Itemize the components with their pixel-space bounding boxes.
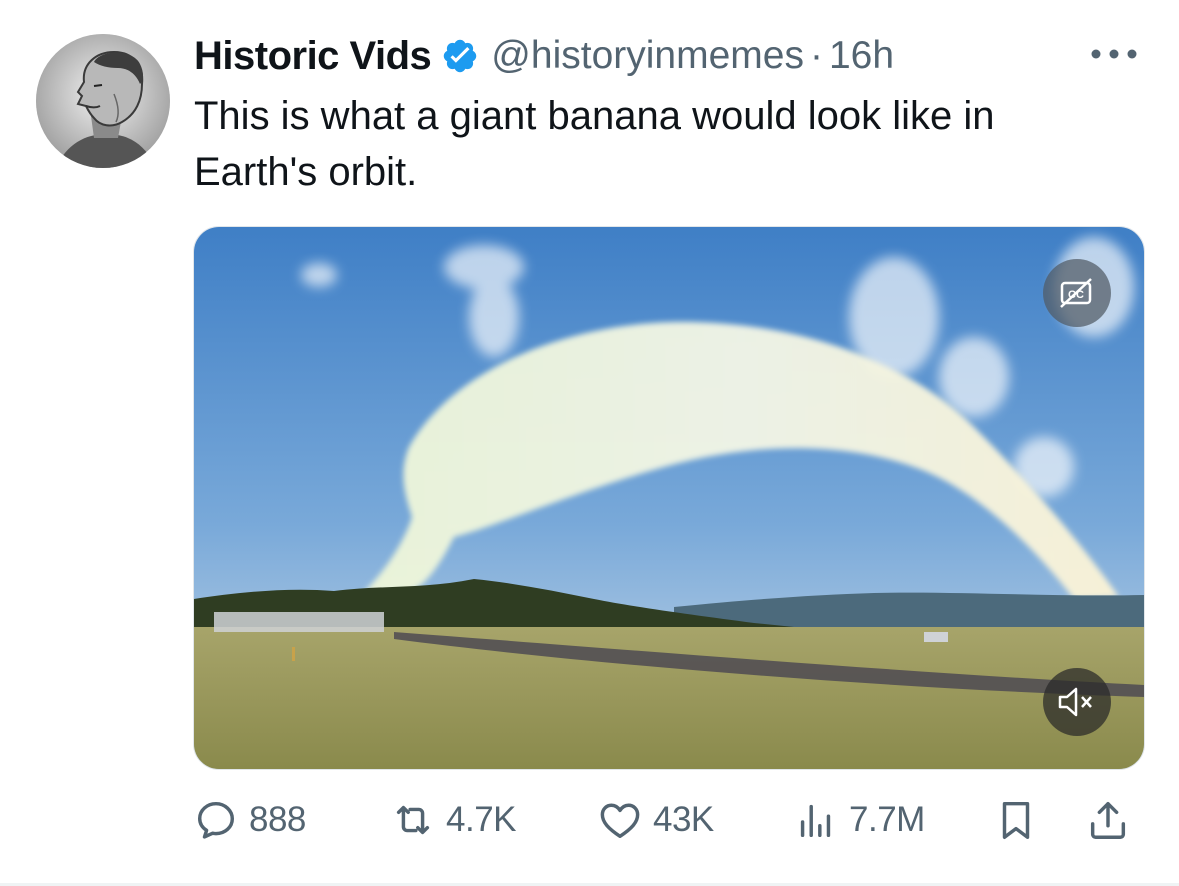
views-count: 7.7M [849,800,925,839]
repost-button[interactable]: 4.7K [390,790,517,850]
tweet-video[interactable] [193,226,1145,770]
like-count: 43K [653,800,714,839]
bookmark-icon [1002,801,1030,839]
avatar[interactable] [36,34,170,168]
like-button[interactable]: 43K [597,790,714,850]
video-frame-banana-in-sky [194,227,1144,769]
separator-dot: · [809,34,823,77]
share-icon [1090,801,1126,839]
muted-speaker-icon [1058,687,1092,717]
author-handle[interactable]: @historyinmemes [491,34,804,78]
bust-portrait-avatar [36,34,170,168]
repost-icon [396,805,430,835]
verified-badge-icon[interactable] [441,37,479,75]
tweet-header: Historic Vids @historyinmemes · 16h [194,30,894,82]
tweet-text: This is what a giant banana would look l… [194,94,995,194]
share-button[interactable] [1085,790,1131,850]
repost-count: 4.7K [446,800,517,839]
more-options-icon[interactable] [1088,42,1140,66]
tweet-actions-bar: 888 4.7K 43K 7.7M [193,790,1143,850]
captions-off-icon: CC [1060,278,1092,308]
tweet-timestamp[interactable]: 16h [829,34,894,78]
tweet[interactable]: Historic Vids @historyinmemes · 16h This… [0,0,1179,886]
captions-off-button[interactable]: CC [1043,259,1111,327]
heart-icon [600,803,640,839]
unmute-button[interactable] [1043,668,1111,736]
reply-count: 888 [249,800,306,839]
views-button[interactable]: 7.7M [793,790,925,850]
reply-icon [197,801,235,839]
author-display-name[interactable]: Historic Vids [194,34,432,79]
views-bar-chart-icon [800,804,831,838]
reply-button[interactable]: 888 [193,790,306,850]
bookmark-button[interactable] [993,790,1039,850]
